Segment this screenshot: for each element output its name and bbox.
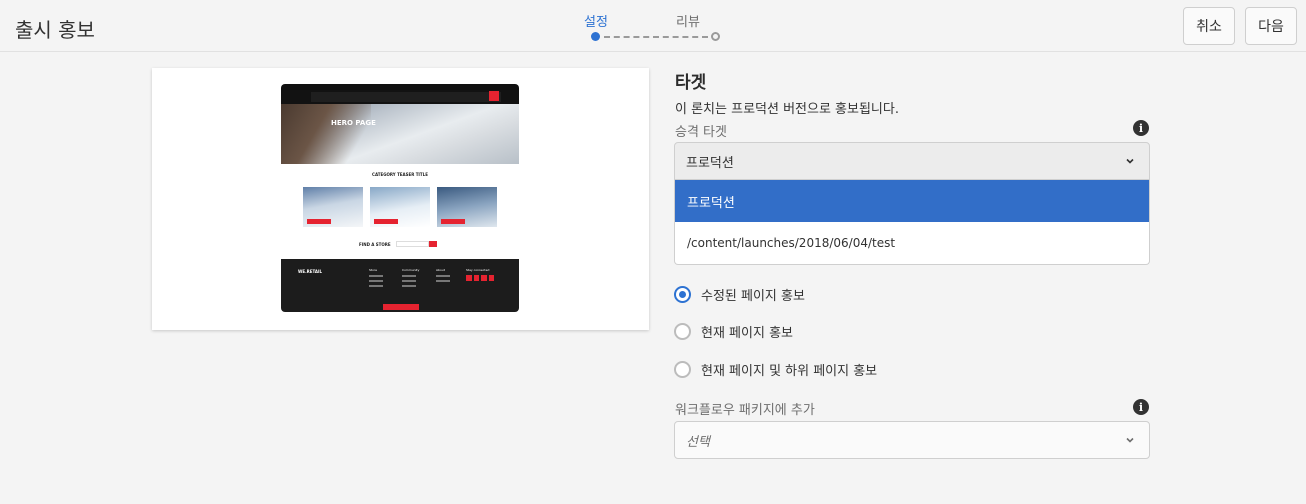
info-icon[interactable]: i: [1133, 399, 1149, 415]
preview-hero-title: HERO PAGE: [331, 119, 376, 127]
preview-footer-col-title: Store: [369, 268, 377, 272]
preview-find-store: FIND A STORE: [359, 242, 391, 247]
target-dropdown: 프로덕션 /content/launches/2018/06/04/test: [674, 180, 1150, 265]
step-settings-dot: [591, 32, 600, 41]
preview-tile-button: [441, 219, 465, 224]
target-label: 승격 타겟: [675, 125, 727, 140]
workflow-select[interactable]: 선택: [674, 421, 1150, 459]
preview-footer-col-title: Community: [402, 268, 420, 272]
preview-footer-col: About: [436, 268, 466, 285]
preview-nav-inner: [311, 92, 501, 102]
info-icon[interactable]: i: [1133, 120, 1149, 136]
wizard-steps: 설정 리뷰: [560, 8, 760, 48]
preview-tile: [303, 187, 363, 227]
preview-footer-col: Store: [369, 268, 399, 290]
target-select-value: 프로덕션: [686, 155, 734, 171]
top-bar: 출시 홍보 설정 리뷰 취소 다음: [0, 0, 1306, 52]
page-preview-thumbnail: HERO PAGE CATEGORY TEASER TITLE FIND A S…: [281, 84, 519, 312]
preview-social-icons: [466, 275, 494, 281]
radio-label: 현재 페이지 및 하위 페이지 홍보: [701, 363, 878, 379]
radio-label: 수정된 페이지 홍보: [701, 288, 805, 304]
preview-hero-image: HERO PAGE: [281, 104, 519, 164]
radio-button[interactable]: [674, 285, 691, 303]
preview-hero-mountain: [281, 104, 371, 164]
preview-tile-button: [307, 219, 331, 224]
preview-footer: WE.RETAIL Store Community About Stay con…: [281, 259, 519, 312]
preview-footer-col-title: About: [436, 268, 445, 272]
cancel-button[interactable]: 취소: [1183, 7, 1235, 45]
preview-tile: [437, 187, 497, 227]
chevron-down-icon: [1126, 437, 1134, 443]
preview-footer-col-title: Stay connected: [466, 268, 490, 272]
target-select[interactable]: 프로덕션: [674, 142, 1150, 180]
preview-footer-button: [383, 304, 419, 310]
step-review-label[interactable]: 리뷰: [676, 11, 700, 30]
target-option-launch-path[interactable]: /content/launches/2018/06/04/test: [675, 222, 1149, 264]
radio-promote-current-and-children[interactable]: 현재 페이지 및 하위 페이지 홍보: [674, 358, 877, 380]
section-title: 타겟: [675, 73, 707, 93]
workflow-label: 워크플로우 패키지에 추가: [675, 403, 815, 418]
preview-store-button: [429, 241, 437, 247]
preview-tile-button: [374, 219, 398, 224]
chevron-down-icon: [1126, 158, 1134, 164]
step-connector: [604, 36, 708, 38]
preview-footer-col: Stay connected: [466, 268, 496, 275]
preview-nav: [281, 90, 519, 104]
preview-footer-logo: WE.RETAIL: [298, 269, 323, 274]
radio-promote-current[interactable]: 현재 페이지 홍보: [674, 320, 793, 342]
target-option-production[interactable]: 프로덕션: [675, 180, 1149, 222]
preview-store-input: [396, 241, 429, 247]
page-preview-card: HERO PAGE CATEGORY TEASER TITLE FIND A S…: [152, 68, 649, 330]
preview-category-title: CATEGORY TEASER TITLE: [372, 172, 428, 177]
next-button[interactable]: 다음: [1245, 7, 1297, 45]
workflow-select-placeholder: 선택: [686, 434, 710, 450]
radio-promote-modified[interactable]: 수정된 페이지 홍보: [674, 283, 805, 305]
radio-button[interactable]: [674, 360, 691, 378]
step-settings-label[interactable]: 설정: [584, 11, 608, 30]
page-title: 출시 홍보: [15, 18, 95, 42]
step-review-dot: [711, 32, 720, 41]
radio-label: 현재 페이지 홍보: [701, 325, 793, 341]
preview-nav-search-icon: [489, 91, 499, 101]
radio-button[interactable]: [674, 322, 691, 340]
preview-footer-col: Community: [402, 268, 432, 290]
preview-tile: [370, 187, 430, 227]
section-description: 이 론치는 프로덕션 버전으로 홍보됩니다.: [675, 102, 899, 117]
